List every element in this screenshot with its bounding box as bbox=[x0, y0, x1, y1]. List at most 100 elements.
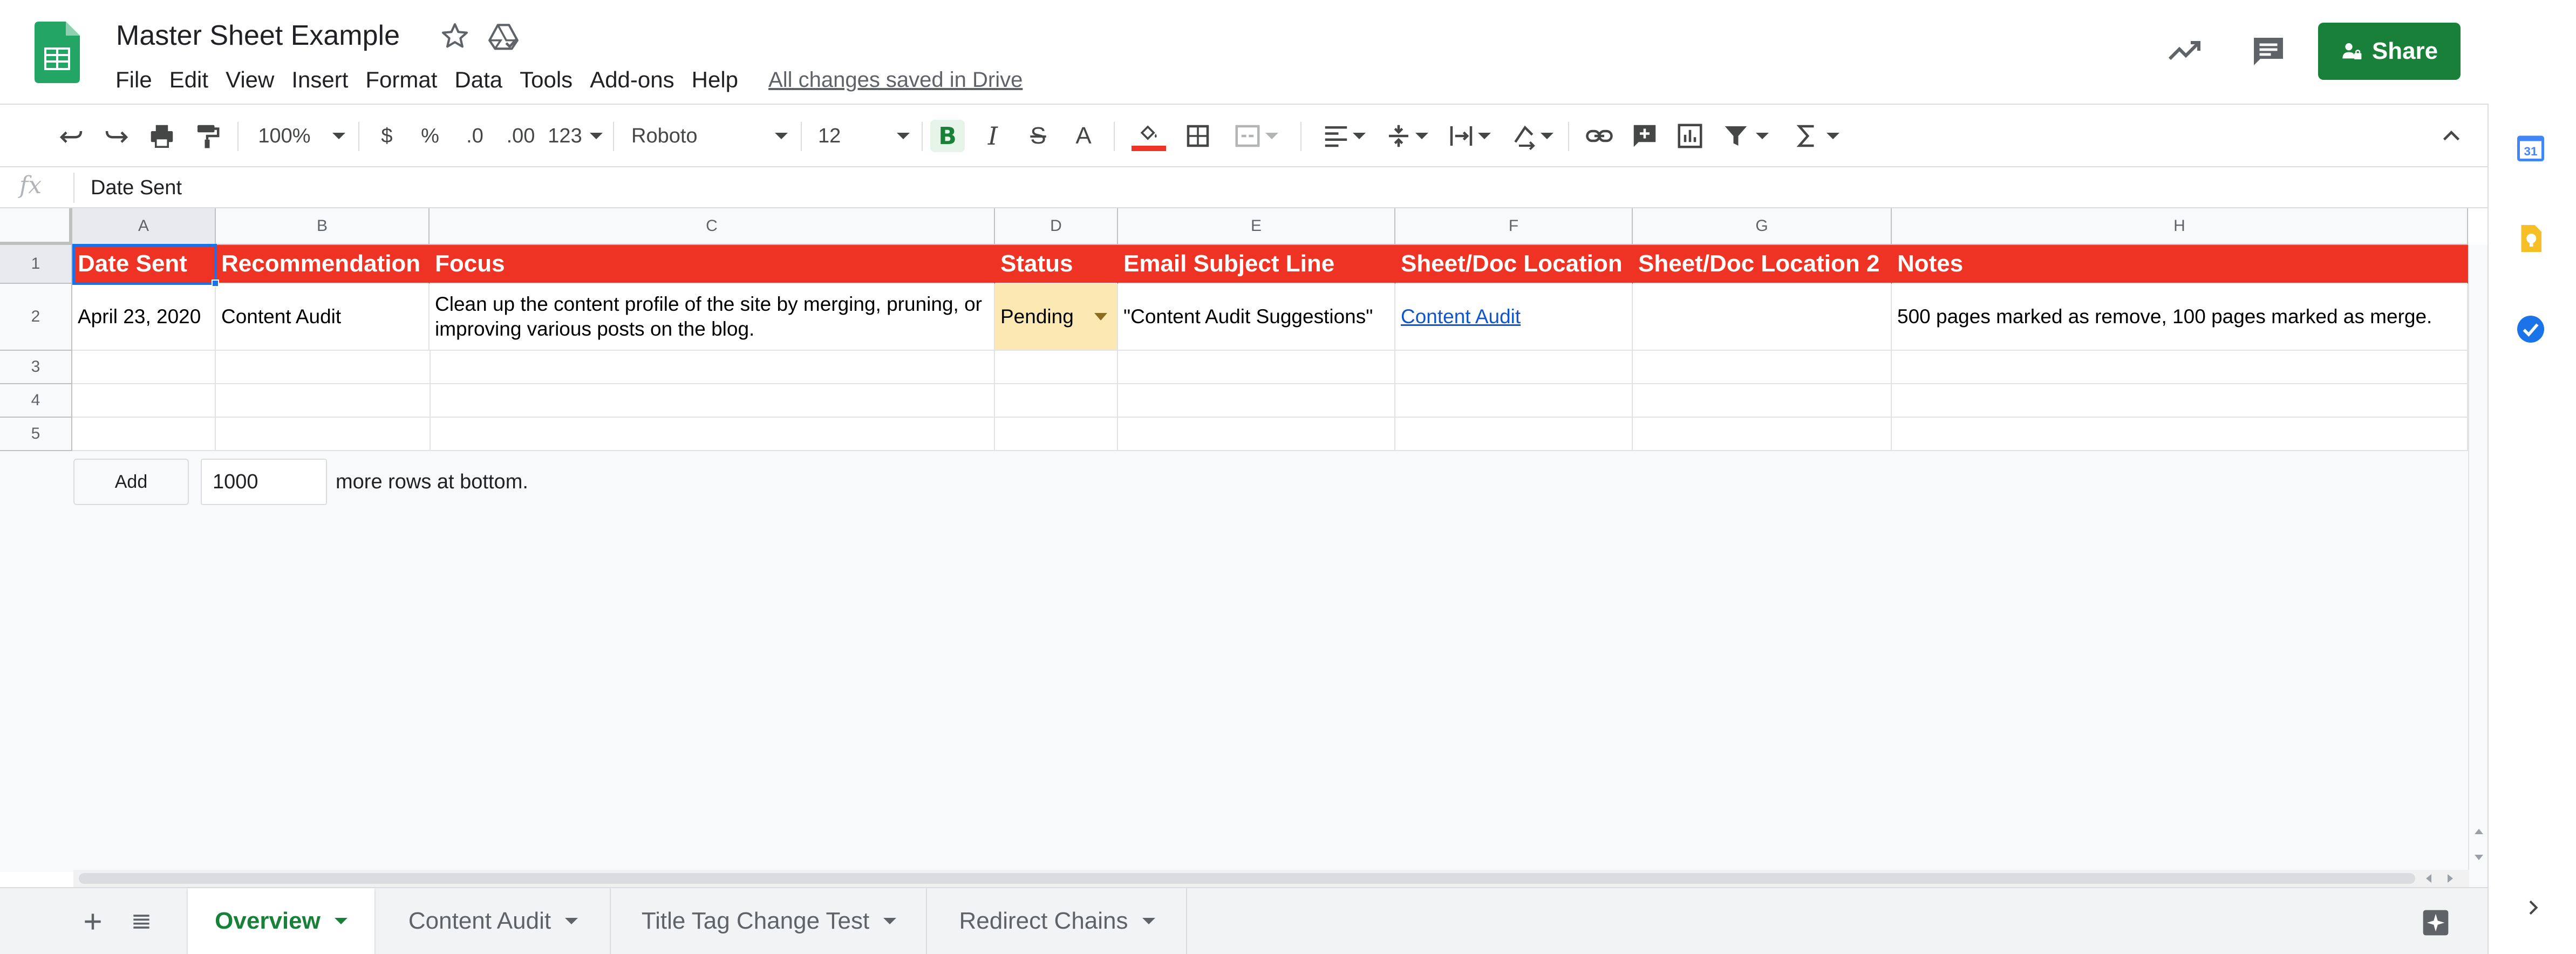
horizontal-align-button[interactable] bbox=[1317, 120, 1371, 152]
scroll-left-arrow[interactable] bbox=[2426, 874, 2431, 883]
column-header-c[interactable]: C bbox=[430, 208, 995, 245]
borders-button[interactable] bbox=[1181, 120, 1215, 152]
add-sheet-button[interactable] bbox=[76, 904, 110, 939]
insert-link-button[interactable] bbox=[1582, 120, 1617, 152]
sheet-tab-redirect-chains[interactable]: Redirect Chains bbox=[928, 888, 1187, 954]
strikethrough-button[interactable]: S bbox=[1021, 120, 1055, 152]
cell-f2-link[interactable]: Content Audit bbox=[1395, 284, 1633, 351]
increase-decimal-button[interactable]: .00 bbox=[502, 120, 540, 152]
redo-button[interactable] bbox=[99, 120, 134, 152]
chevron-down-icon[interactable] bbox=[1142, 918, 1155, 924]
formula-input[interactable]: Date Sent bbox=[91, 174, 182, 202]
text-color-button[interactable]: A bbox=[1066, 120, 1101, 152]
sheet-tab-content-audit[interactable]: Content Audit bbox=[377, 888, 611, 954]
star-icon[interactable] bbox=[438, 19, 472, 53]
chevron-right-icon[interactable] bbox=[2522, 897, 2544, 918]
explore-icon[interactable] bbox=[2421, 908, 2451, 938]
scroll-down-arrow[interactable] bbox=[2475, 855, 2483, 860]
activity-trend-icon[interactable] bbox=[2165, 31, 2204, 70]
filter-button[interactable] bbox=[1718, 120, 1772, 152]
all-sheets-button[interactable] bbox=[124, 904, 159, 939]
cell-a2[interactable]: April 23, 2020 bbox=[72, 284, 216, 351]
menu-help[interactable]: Help bbox=[683, 64, 747, 96]
vertical-align-button[interactable] bbox=[1379, 120, 1433, 152]
tasks-icon[interactable] bbox=[2514, 313, 2547, 345]
cell-h1[interactable]: Notes bbox=[1892, 245, 2468, 284]
keep-icon[interactable] bbox=[2514, 222, 2547, 255]
undo-button[interactable] bbox=[54, 120, 88, 152]
menu-tools[interactable]: Tools bbox=[511, 64, 581, 96]
comments-icon[interactable] bbox=[2249, 31, 2288, 70]
font-size-select[interactable]: 12 bbox=[818, 120, 910, 152]
cell-b1[interactable]: Recommendation bbox=[216, 245, 430, 284]
column-header-e[interactable]: E bbox=[1118, 208, 1395, 245]
cell-e2[interactable]: "Content Audit Suggestions" bbox=[1118, 284, 1395, 351]
column-header-d[interactable]: D bbox=[995, 208, 1118, 245]
functions-button[interactable] bbox=[1786, 120, 1845, 152]
row-header-4[interactable]: 4 bbox=[0, 384, 72, 418]
insert-comment-button[interactable] bbox=[1627, 120, 1662, 152]
column-header-b[interactable]: B bbox=[216, 208, 430, 245]
row-header-2[interactable]: 2 bbox=[0, 284, 72, 351]
merge-cells-button[interactable] bbox=[1226, 120, 1285, 152]
cell-h2[interactable]: 500 pages marked as remove, 100 pages ma… bbox=[1892, 284, 2468, 351]
vertical-scrollbar[interactable] bbox=[2468, 245, 2488, 887]
percent-format-button[interactable]: % bbox=[415, 120, 445, 152]
chevron-down-icon[interactable] bbox=[334, 918, 347, 924]
row-header-5[interactable]: 5 bbox=[0, 418, 72, 451]
menu-edit[interactable]: Edit bbox=[161, 64, 217, 96]
row-header-3[interactable]: 3 bbox=[0, 351, 72, 384]
row-header-1[interactable]: 1 bbox=[0, 245, 72, 284]
insert-chart-button[interactable] bbox=[1673, 120, 1707, 152]
column-header-g[interactable]: G bbox=[1633, 208, 1892, 245]
add-rows-count-input[interactable]: 1000 bbox=[201, 459, 327, 505]
sheet-tab-title-tag-change-test[interactable]: Title Tag Change Test bbox=[612, 888, 927, 954]
menu-file[interactable]: File bbox=[107, 64, 161, 96]
scroll-up-arrow[interactable] bbox=[2475, 829, 2483, 834]
bold-button[interactable]: B bbox=[930, 120, 965, 152]
cell-c2[interactable]: Clean up the content profile of the site… bbox=[430, 284, 995, 351]
font-family-select[interactable]: Roboto bbox=[631, 120, 788, 152]
cell-a1[interactable]: Date Sent bbox=[72, 245, 216, 284]
cell-d1[interactable]: Status bbox=[995, 245, 1118, 284]
empty-row-5[interactable] bbox=[72, 418, 2468, 451]
currency-format-button[interactable]: $ bbox=[372, 120, 401, 152]
cell-g1[interactable]: Sheet/Doc Location 2 bbox=[1633, 245, 1892, 284]
document-title[interactable]: Master Sheet Example bbox=[116, 16, 400, 55]
save-status[interactable]: All changes saved in Drive bbox=[768, 68, 1023, 92]
print-button[interactable] bbox=[145, 120, 179, 152]
italic-button[interactable]: I bbox=[976, 120, 1010, 152]
chevron-down-icon[interactable] bbox=[1094, 313, 1107, 321]
menu-data[interactable]: Data bbox=[446, 64, 511, 96]
cell-g2[interactable] bbox=[1633, 284, 1892, 351]
cell-c1[interactable]: Focus bbox=[430, 245, 995, 284]
select-all-corner[interactable] bbox=[0, 208, 72, 245]
fill-handle[interactable] bbox=[212, 280, 219, 287]
horizontal-scrollbar[interactable] bbox=[73, 870, 2469, 887]
cell-f1[interactable]: Sheet/Doc Location bbox=[1395, 245, 1633, 284]
cell-d2-status-dropdown[interactable]: Pending bbox=[995, 284, 1118, 351]
empty-row-4[interactable] bbox=[72, 384, 2468, 418]
menu-format[interactable]: Format bbox=[357, 64, 446, 96]
menu-insert[interactable]: Insert bbox=[283, 64, 357, 96]
chevron-down-icon[interactable] bbox=[565, 918, 578, 924]
fill-color-button[interactable] bbox=[1130, 120, 1168, 152]
more-formats-button[interactable]: 123 bbox=[548, 120, 603, 152]
drive-status-icon[interactable] bbox=[487, 19, 520, 53]
column-header-a[interactable]: A bbox=[72, 208, 216, 245]
calendar-icon[interactable]: 31 bbox=[2514, 132, 2547, 164]
cell-b2[interactable]: Content Audit bbox=[216, 284, 430, 351]
chevron-up-icon[interactable] bbox=[2439, 123, 2464, 148]
scroll-right-arrow[interactable] bbox=[2448, 874, 2453, 883]
zoom-select[interactable]: 100% bbox=[256, 120, 347, 152]
sheet-tab-overview[interactable]: Overview bbox=[188, 888, 374, 954]
share-button[interactable]: Share bbox=[2318, 23, 2461, 80]
horizontal-scroll-thumb[interactable] bbox=[79, 873, 2415, 884]
menu-add-ons[interactable]: Add-ons bbox=[581, 64, 683, 96]
cell-e1[interactable]: Email Subject Line bbox=[1118, 245, 1395, 284]
column-header-f[interactable]: F bbox=[1395, 208, 1633, 245]
add-rows-button[interactable]: Add bbox=[73, 459, 189, 505]
text-wrapping-button[interactable] bbox=[1442, 120, 1496, 152]
paint-format-button[interactable] bbox=[190, 120, 224, 152]
menu-view[interactable]: View bbox=[217, 64, 283, 96]
